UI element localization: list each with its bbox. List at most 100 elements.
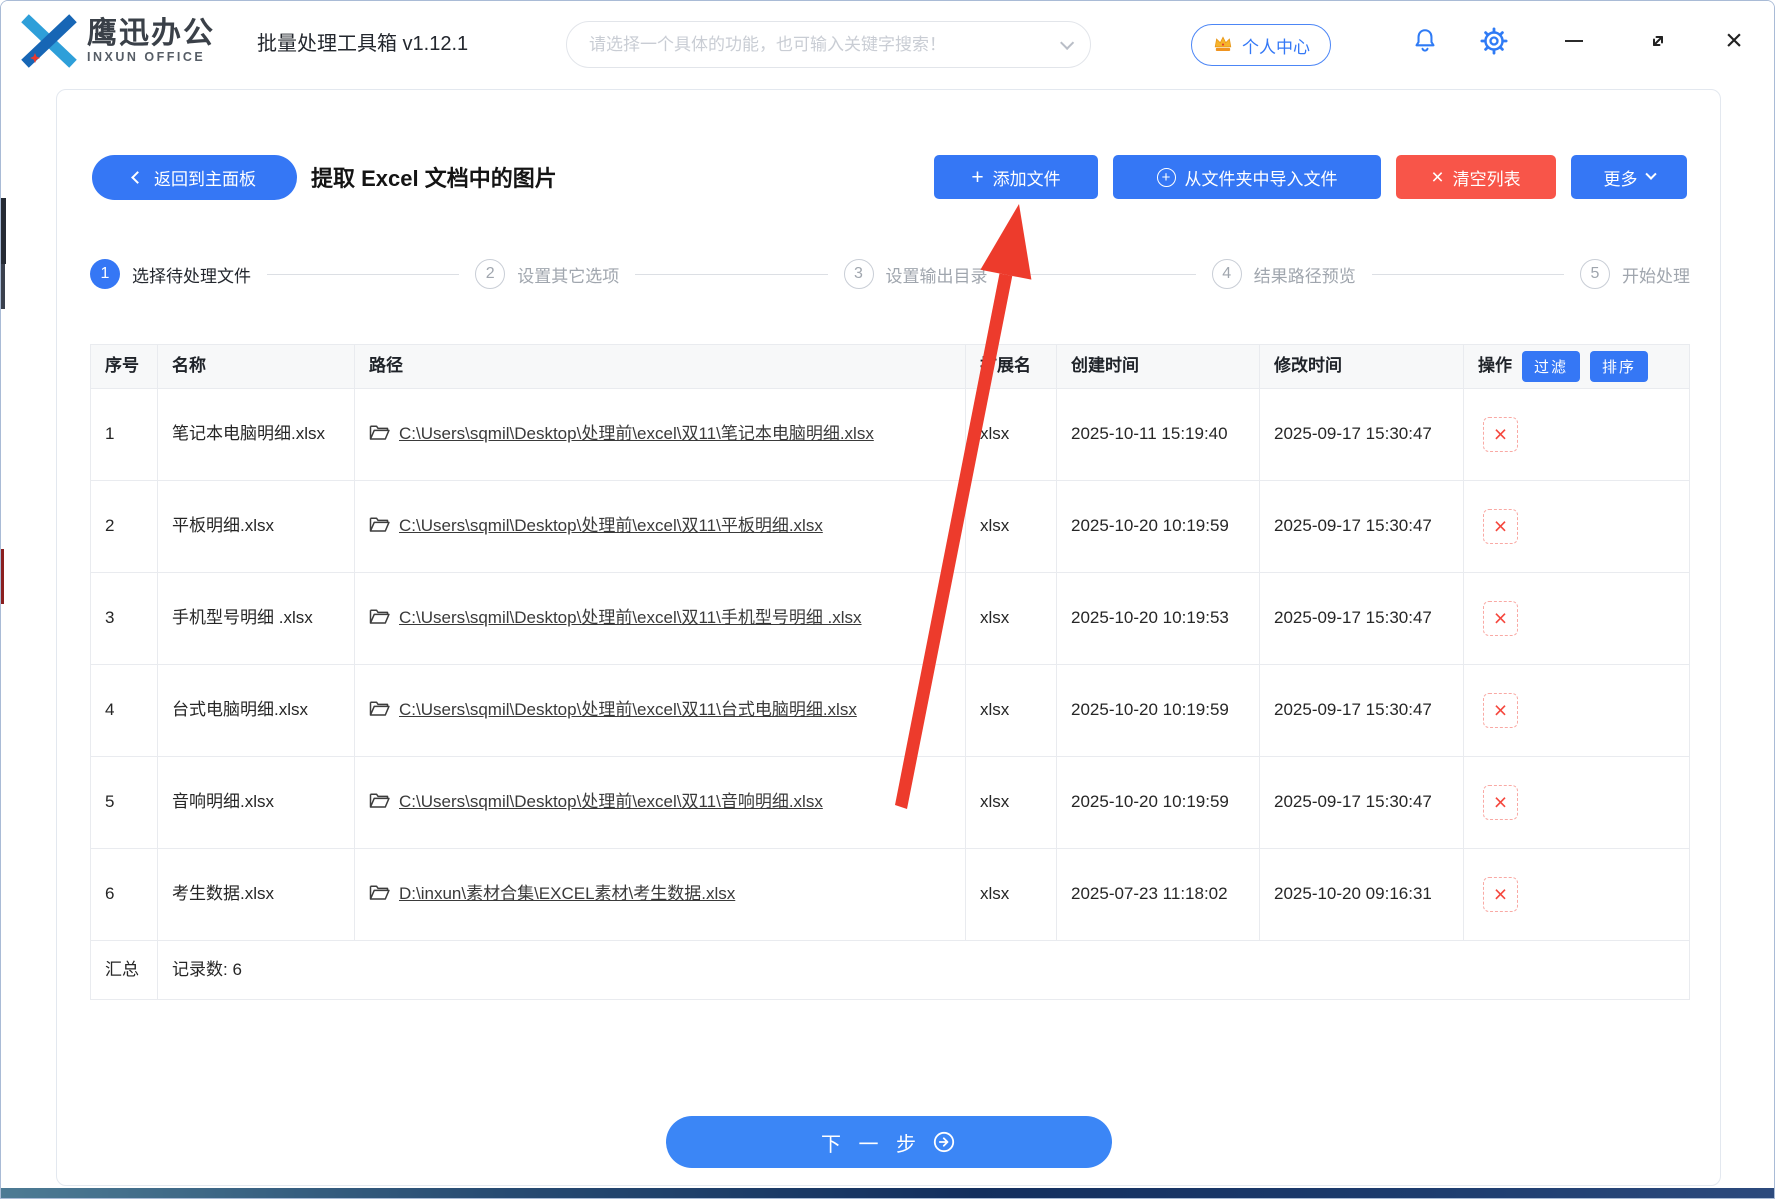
cell-index: 2 (91, 481, 158, 572)
circle-arrow-right-icon (932, 1130, 956, 1154)
step-label: 设置输出目录 (886, 262, 988, 287)
table-row: 6考生数据.xlsx D:\inxun\素材合集\EXCEL素材\考生数据.xls… (91, 849, 1689, 941)
header-ext: 扩展名 (966, 345, 1057, 388)
delete-row-button[interactable]: × (1483, 601, 1518, 636)
crown-icon (1212, 34, 1234, 56)
minimize-button[interactable] (1554, 1, 1594, 81)
cell-path: C:\Users\sqmil\Desktop\处理前\excel\双11\手机型… (355, 573, 966, 664)
folder-icon (369, 792, 390, 809)
folder-icon (369, 424, 390, 441)
cell-modified: 2025-09-17 15:30:47 (1260, 389, 1464, 480)
step-label: 开始处理 (1622, 262, 1690, 287)
user-center-button[interactable]: 个人中心 (1191, 24, 1331, 66)
table-row: 3手机型号明细 .xlsxC:\Users\sqmil\Desktop\处理前\… (91, 573, 1689, 665)
cell-index: 5 (91, 757, 158, 848)
step-connector (267, 274, 459, 275)
filter-button[interactable]: 过滤 (1522, 351, 1580, 382)
step-circle: 2 (475, 259, 505, 289)
close-button[interactable]: × (1714, 1, 1754, 81)
cell-ext: xlsx (966, 481, 1057, 572)
delete-row-button[interactable]: × (1483, 877, 1518, 912)
file-path-link[interactable]: C:\Users\sqmil\Desktop\处理前\excel\双11\平板明… (399, 516, 823, 535)
step-connector (1004, 274, 1196, 275)
sort-button[interactable]: 排序 (1590, 351, 1648, 382)
search-input[interactable] (589, 35, 1060, 55)
step-3: 3 设置输出目录 (844, 259, 988, 289)
actions-label: 操作 (1478, 352, 1512, 381)
path-inner: C:\Users\sqmil\Desktop\处理前\excel\双11\平板明… (369, 512, 823, 541)
table-row: 2平板明细.xlsxC:\Users\sqmil\Desktop\处理前\exc… (91, 481, 1689, 573)
cell-path: C:\Users\sqmil\Desktop\处理前\excel\双11\音响明… (355, 757, 966, 848)
cell-path: C:\Users\sqmil\Desktop\处理前\excel\双11\笔记本… (355, 389, 966, 480)
main-panel: 返回到主面板 提取 Excel 文档中的图片 + 添加文件 + 从文件夹中导入文… (56, 89, 1721, 1186)
taskbar-edge (1, 1188, 1774, 1198)
cell-created: 2025-10-20 10:19:53 (1057, 573, 1260, 664)
cell-actions: × (1464, 481, 1689, 572)
step-circle: 3 (844, 259, 874, 289)
table-row: 1笔记本电脑明细.xlsxC:\Users\sqmil\Desktop\处理前\… (91, 389, 1689, 481)
file-path-link[interactable]: C:\Users\sqmil\Desktop\处理前\excel\双11\音响明… (399, 792, 823, 811)
settings-gear-icon[interactable] (1474, 1, 1514, 81)
folder-icon (369, 884, 390, 901)
clear-list-button[interactable]: × 清空列表 (1396, 155, 1556, 199)
file-path-link[interactable]: C:\Users\sqmil\Desktop\处理前\excel\双11\手机型… (399, 608, 862, 627)
header-actions: 操作 过滤 排序 (1464, 345, 1689, 388)
table-header-row: 序号 名称 路径 扩展名 创建时间 修改时间 操作 过滤 排序 (91, 345, 1689, 389)
logo-text-cn: 鹰迅办公 (87, 18, 215, 50)
cell-index: 6 (91, 849, 158, 940)
step-4: 4结果路径预览 (1212, 259, 1356, 289)
add-file-label: 添加文件 (993, 165, 1061, 190)
step-label: 选择待处理文件 (132, 262, 251, 287)
cell-name: 考生数据.xlsx (158, 849, 355, 940)
cell-actions: × (1464, 849, 1689, 940)
cell-created: 2025-10-20 10:19:59 (1057, 665, 1260, 756)
next-step-button[interactable]: 下 一 步 (666, 1116, 1112, 1168)
chevron-down-icon (1645, 169, 1656, 180)
delete-row-button[interactable]: × (1483, 785, 1518, 820)
back-to-dashboard-button[interactable]: 返回到主面板 (92, 155, 297, 200)
header-path: 路径 (355, 345, 966, 388)
add-file-button[interactable]: + 添加文件 (934, 155, 1098, 199)
cell-ext: xlsx (966, 389, 1057, 480)
summary-value: 记录数: 6 (158, 941, 1689, 999)
import-folder-label: 从文件夹中导入文件 (1185, 165, 1338, 190)
delete-row-button[interactable]: × (1483, 509, 1518, 544)
more-button[interactable]: 更多 (1571, 155, 1687, 199)
plus-icon: + (971, 167, 983, 188)
file-path-link[interactable]: D:\inxun\素材合集\EXCEL素材\考生数据.xlsx (399, 884, 735, 903)
back-button-label: 返回到主面板 (154, 165, 256, 190)
cell-created: 2025-10-20 10:19:59 (1057, 481, 1260, 572)
cell-modified: 2025-09-17 15:30:47 (1260, 757, 1464, 848)
step-label: 结果路径预览 (1254, 262, 1356, 287)
summary-row: 汇总 记录数: 6 (91, 941, 1689, 1000)
cell-actions: × (1464, 573, 1689, 664)
cell-modified: 2025-10-20 09:16:31 (1260, 849, 1464, 940)
logo-text-en: INXUN OFFICE (87, 50, 215, 64)
logo-x-icon (21, 13, 77, 69)
file-path-link[interactable]: C:\Users\sqmil\Desktop\处理前\excel\双11\台式电… (399, 700, 857, 719)
path-inner: D:\inxun\素材合集\EXCEL素材\考生数据.xlsx (369, 880, 735, 909)
delete-row-button[interactable]: × (1483, 417, 1518, 452)
table-row: 4台式电脑明细.xlsxC:\Users\sqmil\Desktop\处理前\e… (91, 665, 1689, 757)
titlebar: 鹰迅办公 INXUN OFFICE 批量处理工具箱 v1.12.1 个人中心 (1, 1, 1774, 81)
chevron-down-icon[interactable] (1060, 35, 1074, 49)
table-row: 5音响明细.xlsx C:\Users\sqmil\Desktop\处理前\exc… (91, 757, 1689, 849)
cell-name: 台式电脑明细.xlsx (158, 665, 355, 756)
step-circle: 5 (1580, 259, 1610, 289)
delete-row-button[interactable]: × (1483, 693, 1518, 728)
next-step-label: 下 一 步 (821, 1128, 922, 1157)
import-from-folder-button[interactable]: + 从文件夹中导入文件 (1113, 155, 1381, 199)
clear-list-label: 清空列表 (1453, 165, 1521, 190)
notification-bell-icon[interactable] (1405, 1, 1445, 81)
page-title: 提取 Excel 文档中的图片 (311, 161, 557, 193)
cell-index: 1 (91, 389, 158, 480)
header-name: 名称 (158, 345, 355, 388)
file-path-link[interactable]: C:\Users\sqmil\Desktop\处理前\excel\双11\笔记本… (399, 424, 874, 443)
cell-path: C:\Users\sqmil\Desktop\处理前\excel\双11\平板明… (355, 481, 966, 572)
cell-name: 音响明细.xlsx (158, 757, 355, 848)
restore-maximize-button[interactable] (1638, 1, 1678, 81)
function-search-box[interactable] (566, 21, 1091, 68)
cell-created: 2025-10-11 15:19:40 (1057, 389, 1260, 480)
summary-label: 汇总 (91, 941, 158, 999)
cell-ext: xlsx (966, 849, 1057, 940)
